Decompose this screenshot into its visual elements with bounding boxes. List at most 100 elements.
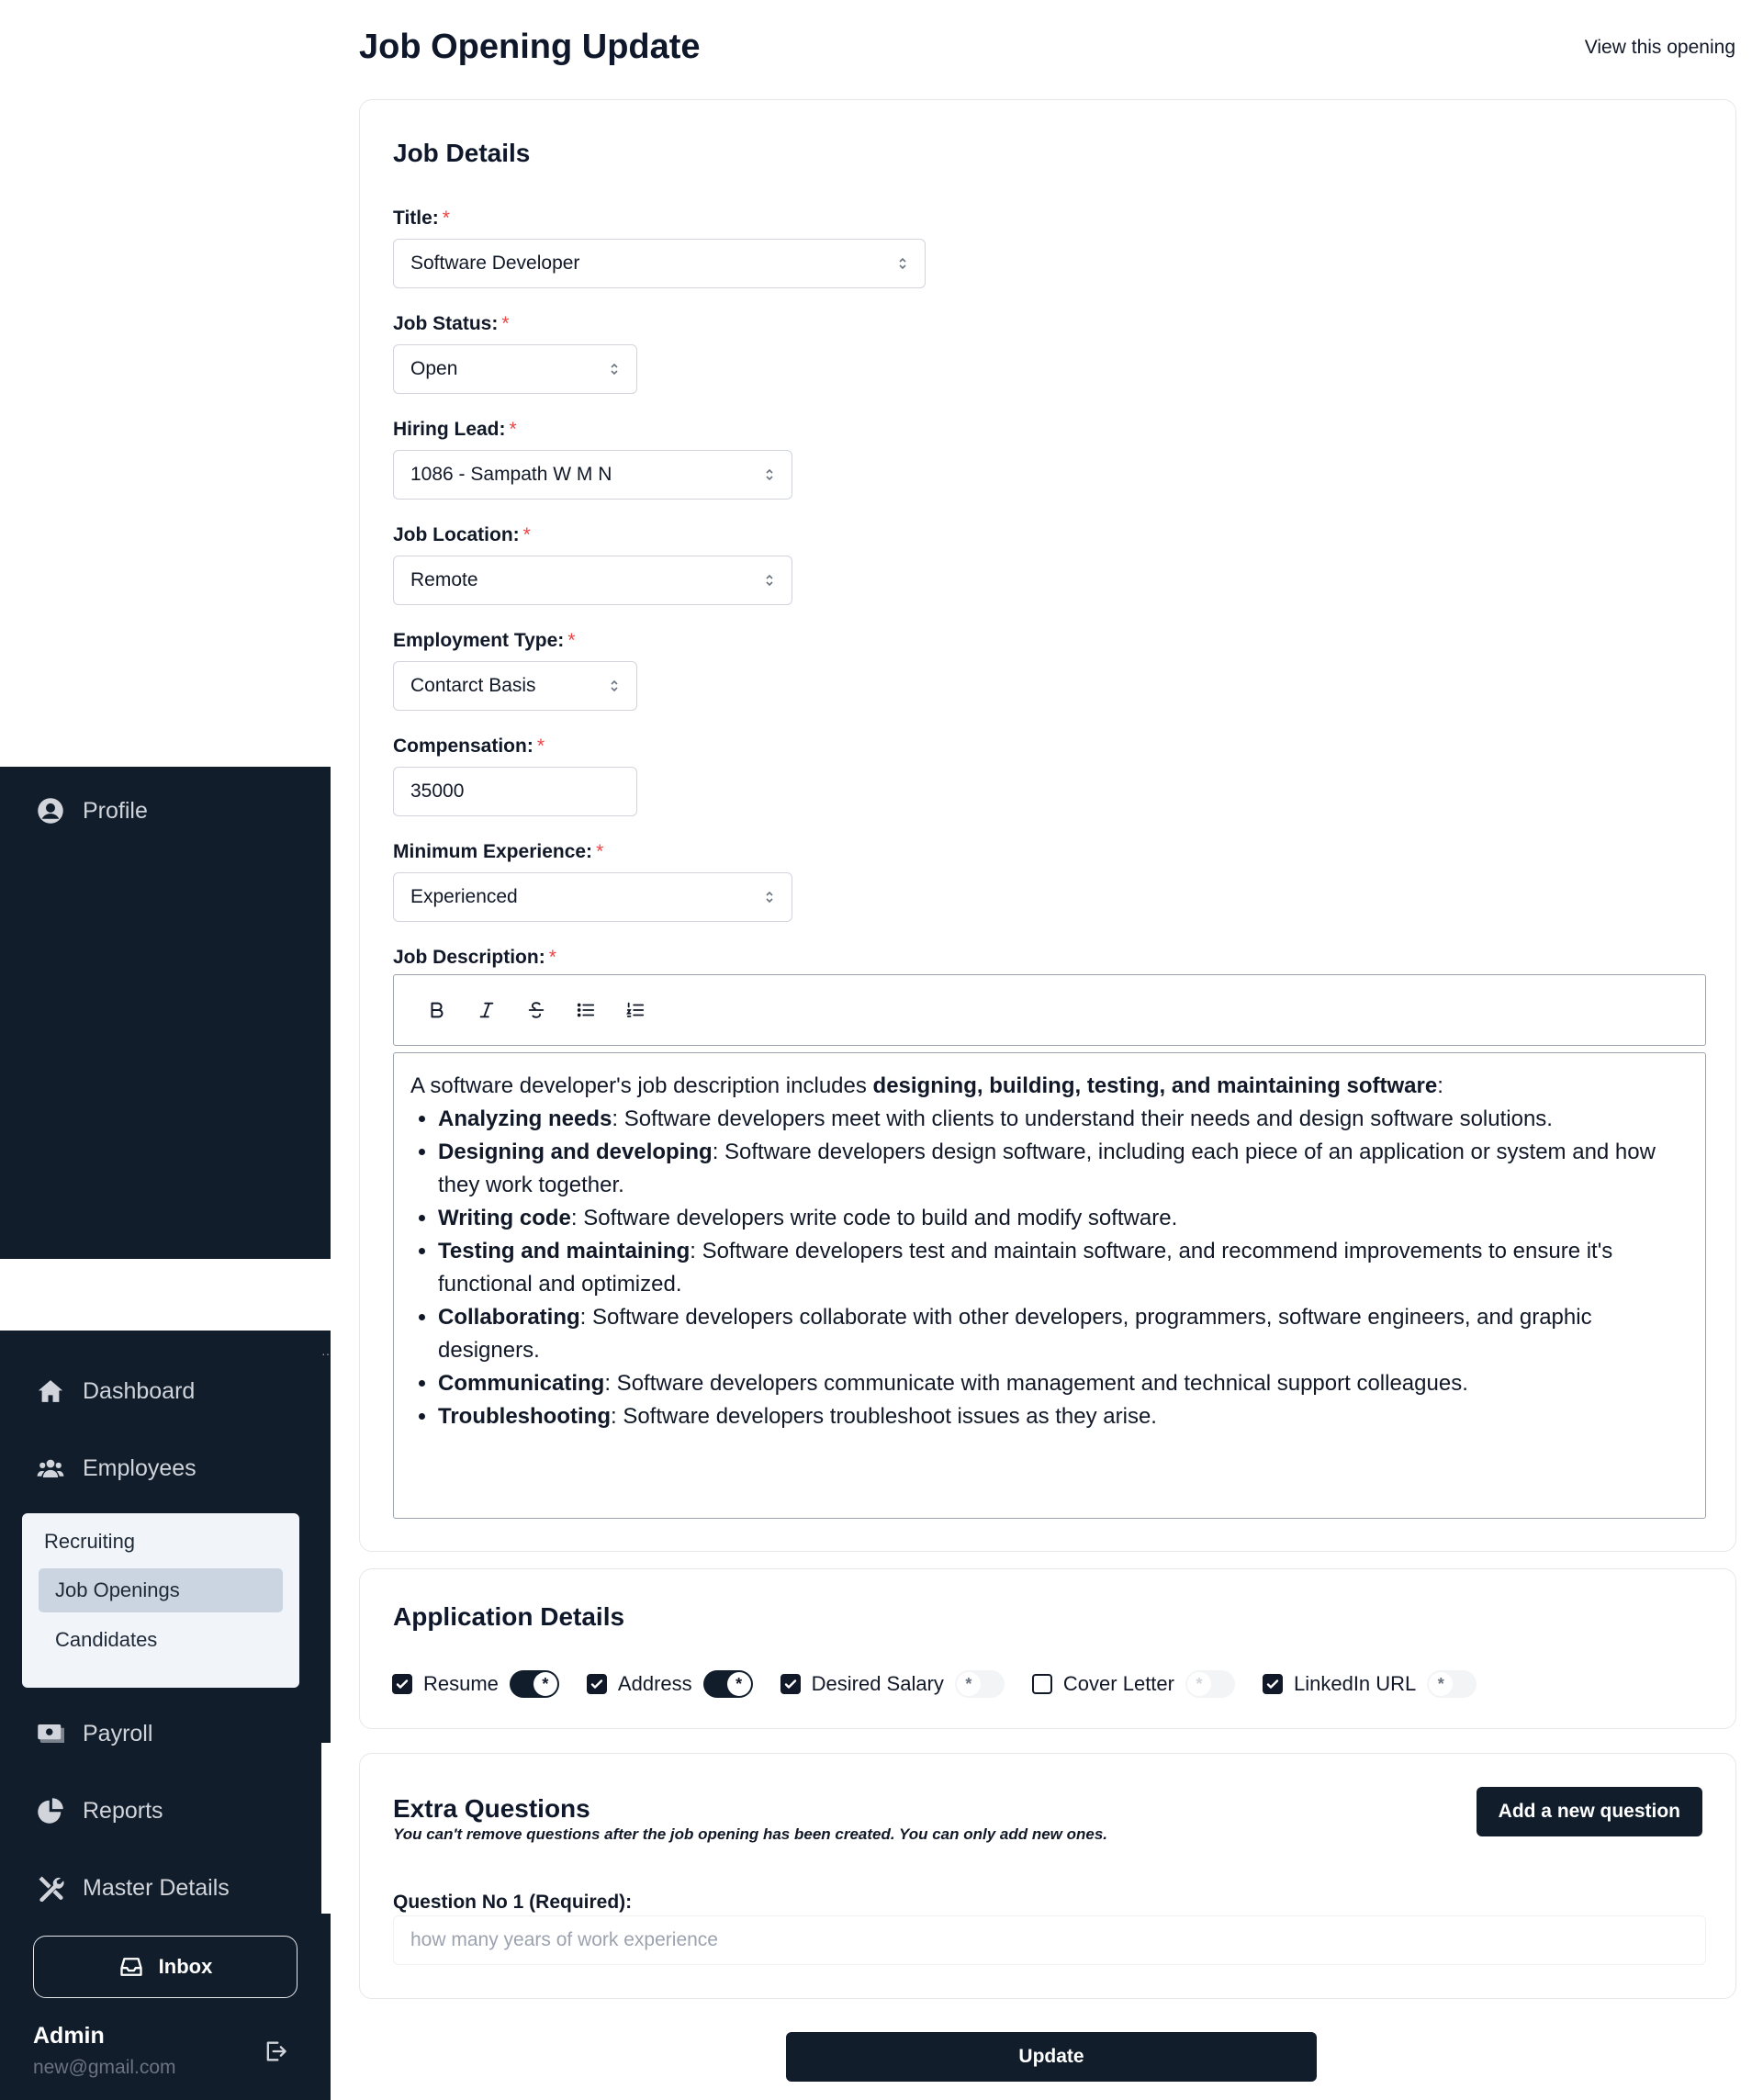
application-fields-row: Resume * Address * Desired Salary * Cove… — [392, 1668, 1504, 1701]
intro-suffix: : — [1437, 1073, 1443, 1098]
job-location-select[interactable]: Remote — [393, 556, 792, 605]
list-item: Designing and developing: Software devel… — [438, 1136, 1689, 1202]
users-icon — [37, 1459, 64, 1477]
pie-chart-icon — [38, 1798, 63, 1824]
bullet-list-button[interactable] — [561, 987, 611, 1033]
cover-letter-checkbox[interactable] — [1031, 1674, 1052, 1694]
inbox-button[interactable]: Inbox — [33, 1936, 298, 1998]
title-select[interactable]: Software Developer — [393, 239, 926, 288]
view-opening-link[interactable]: View this opening — [1585, 37, 1735, 59]
sidebar-item-label: Reports — [83, 1797, 163, 1824]
money-icon — [38, 1724, 64, 1743]
address-required-toggle[interactable]: * — [702, 1670, 753, 1698]
sidebar-item-candidates[interactable]: Candidates — [39, 1618, 283, 1662]
bullet-list-icon — [577, 1003, 595, 1017]
field-linkedin-url: LinkedIn URL * — [1262, 1670, 1477, 1698]
sidebar-item-label: Dashboard — [83, 1377, 196, 1404]
sidebar-item-job-openings[interactable]: Job Openings — [39, 1568, 283, 1612]
user-email: new@gmail.com — [33, 2057, 176, 2078]
logout-icon[interactable] — [263, 2038, 288, 2064]
section-title: Extra Questions — [393, 1794, 590, 1823]
job-status-select[interactable]: Open — [393, 344, 637, 394]
field-cover-letter: Cover Letter * — [1031, 1670, 1235, 1698]
intro-text: A software developer's job description i… — [410, 1073, 873, 1098]
resume-checkbox[interactable] — [392, 1674, 412, 1694]
employment-type-label: Employment Type: * — [393, 630, 576, 652]
sidebar-item-dashboard[interactable]: Dashboard — [37, 1377, 195, 1405]
desired-salary-checkbox[interactable] — [780, 1674, 801, 1694]
sidebar-item-employees[interactable]: Employees — [37, 1454, 197, 1482]
field-label: Cover Letter — [1062, 1672, 1174, 1695]
add-question-button[interactable]: Add a new question — [1476, 1787, 1702, 1836]
inbox-label: Inbox — [158, 1955, 213, 1978]
linkedin-url-checkbox[interactable] — [1262, 1674, 1283, 1694]
required-mark: * — [442, 208, 450, 229]
tools-icon — [39, 1876, 64, 1902]
chevron-updown-icon — [766, 574, 773, 587]
italic-button[interactable] — [462, 987, 511, 1033]
toggle-knob: * — [726, 1672, 751, 1696]
required-mark: * — [548, 947, 556, 968]
sidebar-item-label: Profile — [83, 797, 148, 824]
sidebar-resize-handle[interactable]: ·· — [321, 1346, 330, 1361]
label-text: Minimum Experience: — [393, 841, 593, 862]
select-value: Experienced — [410, 886, 518, 907]
minimum-experience-select[interactable]: Experienced — [393, 872, 792, 922]
title-label: Title: * — [393, 208, 450, 230]
ordered-list-button[interactable] — [611, 987, 660, 1033]
employment-type-select[interactable]: Contarct Basis — [393, 661, 637, 711]
chevron-updown-icon — [766, 468, 773, 481]
list-item: Troubleshooting: Software developers tro… — [438, 1400, 1689, 1433]
extra-questions-note: You can't remove questions after the job… — [393, 1825, 1108, 1843]
home-icon — [38, 1380, 63, 1402]
sidebar-item-payroll[interactable]: Payroll — [37, 1720, 152, 1747]
bold-button[interactable] — [412, 987, 462, 1033]
sidebar-item-reports[interactable]: Reports — [37, 1797, 163, 1825]
sidebar-notch — [321, 1743, 332, 1914]
sidebar-item-profile[interactable]: Profile — [37, 797, 148, 825]
hiring-lead-select[interactable]: 1086 - Sampath W M N — [393, 450, 792, 500]
label-text: Employment Type: — [393, 630, 565, 651]
chevron-updown-icon — [611, 363, 618, 376]
editor-toolbar — [393, 974, 1706, 1046]
page-title: Job Opening Update — [359, 28, 701, 66]
section-title: Application Details — [393, 1602, 625, 1631]
field-label: Address — [617, 1672, 692, 1695]
label-text: Job Status: — [393, 313, 499, 334]
toggle-knob: * — [1186, 1672, 1211, 1696]
check-icon — [1266, 1679, 1279, 1689]
toggle-knob: * — [956, 1672, 981, 1696]
sidebar-item-label: Employees — [83, 1454, 197, 1481]
extra-questions-card: Extra Questions You can't remove questio… — [359, 1753, 1736, 1999]
desired-salary-required-toggle[interactable]: * — [954, 1670, 1005, 1698]
submenu-title[interactable]: Recruiting — [44, 1530, 135, 1554]
select-value: Open — [410, 358, 458, 379]
item-bold: Testing and maintaining — [438, 1239, 691, 1263]
address-checkbox[interactable] — [586, 1674, 607, 1694]
question-input[interactable] — [393, 1915, 1706, 1965]
check-icon — [590, 1679, 603, 1689]
intro-bold-text: designing, building, testing, and mainta… — [872, 1073, 1438, 1098]
inbox-icon — [119, 1958, 142, 1976]
item-bold: Designing and developing — [438, 1140, 713, 1164]
item-text: : Software developers communicate with m… — [604, 1371, 1468, 1396]
check-icon — [784, 1679, 796, 1689]
item-text: : Software developers meet with clients … — [612, 1106, 1553, 1131]
update-button[interactable]: Update — [786, 2032, 1317, 2082]
chevron-updown-icon — [611, 679, 618, 692]
compensation-input[interactable]: 35000 — [393, 767, 637, 816]
cover-letter-required-toggle[interactable]: * — [1185, 1670, 1235, 1698]
chevron-updown-icon — [766, 891, 773, 904]
sidebar-item-master-details[interactable]: Master Details — [37, 1874, 230, 1902]
list-item: Analyzing needs: Software developers mee… — [438, 1103, 1689, 1136]
minimum-experience-label: Minimum Experience: * — [393, 841, 603, 863]
chevron-updown-icon — [899, 257, 906, 270]
field-label: Desired Salary — [811, 1672, 944, 1695]
ordered-list-icon — [626, 1002, 645, 1017]
list-item: Testing and maintaining: Software develo… — [438, 1235, 1689, 1301]
strikethrough-button[interactable] — [511, 987, 561, 1033]
recruiting-submenu: Recruiting Job Openings Candidates — [22, 1513, 299, 1688]
job-description-editor[interactable]: A software developer's job description i… — [393, 1052, 1706, 1519]
linkedin-url-required-toggle[interactable]: * — [1427, 1670, 1477, 1698]
resume-required-toggle[interactable]: * — [509, 1670, 559, 1698]
